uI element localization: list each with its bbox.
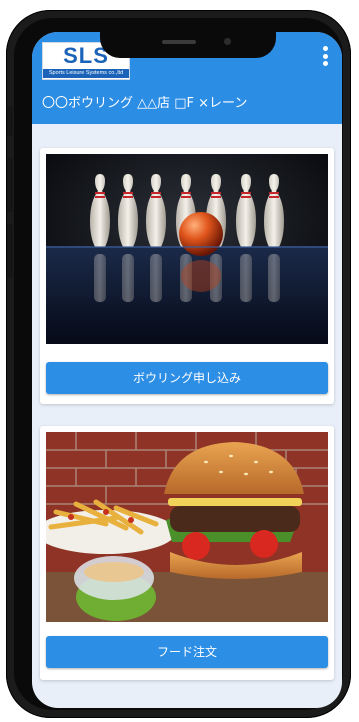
kebab-menu-icon[interactable] <box>320 46 330 68</box>
phone-notch <box>100 22 276 58</box>
bowling-card: ボウリング申し込み <box>40 148 334 404</box>
speaker-grille <box>162 40 196 44</box>
bowling-pins-photo <box>46 154 328 344</box>
front-camera <box>224 38 231 45</box>
bowling-booking-button[interactable]: ボウリング申し込み <box>46 362 328 394</box>
page-title: 〇〇ボウリング △△店 □F ×レーン <box>42 96 248 111</box>
volume-down-button <box>7 224 13 278</box>
hamburger-fries-photo <box>46 432 328 622</box>
app-screen: SLS Sports Leisure Systems co.,ltd 〇〇ボウリ… <box>32 32 342 708</box>
volume-up-button <box>7 158 13 212</box>
food-card: フード注文 <box>40 426 334 680</box>
mute-switch <box>7 106 13 136</box>
logo-subtitle: Sports Leisure Systems co.,ltd <box>43 69 129 78</box>
food-order-button[interactable]: フード注文 <box>46 636 328 668</box>
